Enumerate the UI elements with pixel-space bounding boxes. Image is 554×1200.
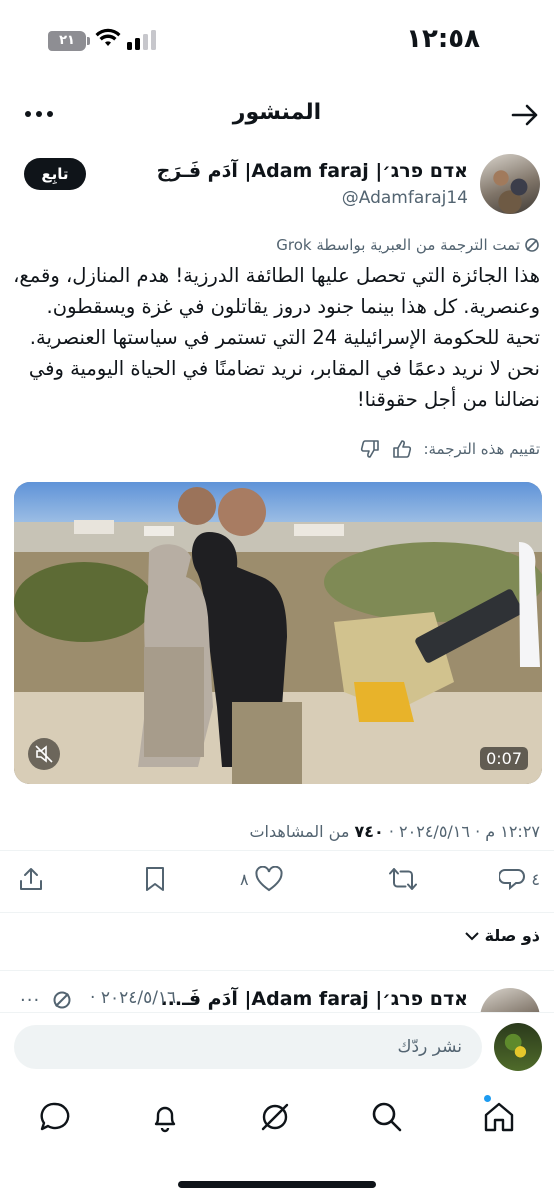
share-button[interactable]	[18, 866, 44, 892]
author-handle[interactable]: @Adamfaraj14	[342, 188, 468, 208]
tab-notifications[interactable]	[148, 1100, 182, 1134]
translated-note-text: تمت الترجمة من العبرية بواسطة Grok	[276, 236, 520, 254]
views-label: من المشاهدات	[249, 822, 350, 841]
home-icon	[484, 1102, 514, 1132]
author-name[interactable]: אדם פרג׳| Adam faraj| آدَم فَـرَج	[157, 160, 468, 182]
share-icon	[20, 868, 42, 890]
bookmark-icon	[146, 867, 164, 891]
wifi-icon	[95, 28, 121, 46]
chevron-down-icon	[464, 931, 479, 940]
post-text: هذا الجائزة التي تحصل عليها الطائفة الدر…	[13, 264, 540, 411]
translated-note[interactable]: تمت الترجمة من العبرية بواسطة Grok	[276, 236, 540, 254]
home-indicator	[178, 1181, 376, 1188]
speaker-muted-icon	[35, 745, 53, 763]
video-duration: 0:07	[480, 747, 528, 770]
reply-count: ٤	[531, 869, 540, 889]
battery-tip	[87, 37, 90, 45]
thumbs-down-icon[interactable]	[359, 438, 381, 460]
post-video[interactable]: 0:07	[14, 482, 542, 784]
action-bar: ٤ ٨	[0, 858, 554, 904]
battery-percent: ٢١	[59, 33, 75, 48]
post-timestamp: ١٢:٢٧ م · ٢٠٢٤/٥/١٦ ·	[388, 822, 540, 841]
views-count: ٧٤٠	[354, 822, 384, 841]
user-avatar[interactable]	[494, 1023, 542, 1071]
tab-bar	[0, 1090, 554, 1146]
arrow-right-icon	[511, 104, 538, 126]
reply-input[interactable]: نشر ردّك	[14, 1025, 482, 1069]
author-avatar[interactable]	[480, 154, 540, 214]
like-count: ٨	[240, 869, 249, 889]
heart-icon	[255, 866, 283, 892]
repost-icon	[389, 868, 417, 890]
status-time: ١٢:٥٨	[406, 24, 480, 54]
next-post-more-button[interactable]: ···	[20, 990, 40, 1011]
tab-search[interactable]	[370, 1100, 404, 1134]
rate-translation: تقييم هذه الترجمة:	[359, 438, 540, 460]
battery-icon: ٢١	[48, 31, 86, 51]
next-post-author: אדם פרג׳| Adam faraj| آدَم فَـ...	[160, 988, 468, 1010]
signal-icon	[127, 30, 156, 50]
reply-icon	[499, 869, 526, 891]
bookmark-button[interactable]	[143, 866, 167, 892]
post-author: אדם פרג׳| Adam faraj| آدَم فَـرَج @Adamf…	[0, 152, 554, 222]
reply-bar: نشر ردّك	[0, 1012, 554, 1080]
divider	[0, 850, 554, 851]
like-button[interactable]: ٨	[240, 866, 283, 892]
repost-button[interactable]	[388, 866, 418, 892]
reply-button[interactable]: ٤	[499, 866, 540, 892]
follow-button[interactable]: تابِع	[24, 158, 86, 190]
tab-grok[interactable]	[258, 1100, 292, 1134]
next-post-avatar[interactable]	[480, 988, 540, 1014]
next-post-date: ٢٠٢٤/٥/١٦ ·	[90, 988, 177, 1008]
back-button[interactable]	[510, 100, 540, 130]
related-toggle[interactable]: ذو صلة	[464, 926, 540, 945]
page-title: المنشور	[232, 100, 322, 125]
divider	[0, 912, 554, 913]
post-meta: ١٢:٢٧ م · ٢٠٢٤/٥/١٦ · ٧٤٠ من المشاهدات	[249, 822, 540, 841]
chat-icon	[40, 1102, 70, 1131]
bell-icon	[154, 1106, 176, 1133]
tab-home[interactable]	[482, 1100, 516, 1134]
grok-icon	[261, 1103, 289, 1131]
divider	[0, 970, 554, 971]
mute-button[interactable]	[28, 738, 60, 770]
home-notification-dot	[484, 1095, 491, 1102]
grok-icon	[53, 991, 71, 1009]
tab-messages[interactable]	[38, 1100, 72, 1134]
status-bar: ٢١ ١٢:٥٨	[0, 0, 554, 84]
video-frame	[14, 482, 542, 784]
related-label: ذو صلة	[484, 926, 540, 945]
grok-icon	[525, 238, 539, 252]
rate-translation-label: تقييم هذه الترجمة:	[423, 440, 540, 458]
next-post[interactable]: אדם פרג׳| Adam faraj| آدَم فَـ... ٢٠٢٤/٥…	[0, 986, 554, 1014]
header: المنشور	[0, 88, 554, 142]
search-icon	[372, 1102, 402, 1132]
thumbs-up-icon[interactable]	[391, 438, 413, 460]
